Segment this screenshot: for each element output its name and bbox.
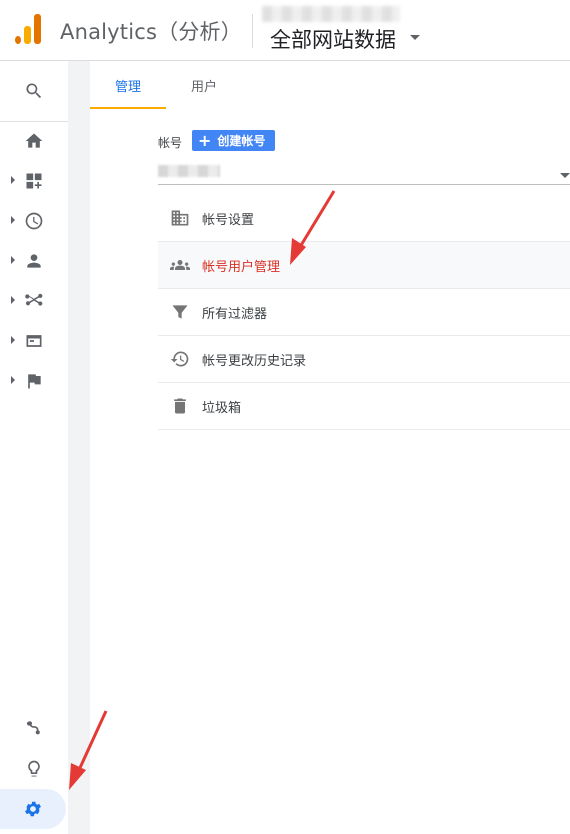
- header-divider: [252, 14, 253, 48]
- menu-item-account-settings[interactable]: 帐号设置: [158, 195, 570, 242]
- menu-item-label: 所有过滤器: [202, 306, 268, 322]
- history-icon: [158, 349, 202, 369]
- person-icon: [27, 254, 41, 268]
- realtime-nav[interactable]: [0, 201, 68, 241]
- menu-item-user-management[interactable]: 帐号用户管理: [158, 242, 570, 289]
- main-content: 管理 用户 帐号 + 创建帐号 帐号设置 帐号用户管理 所有过滤器 帐号更改历史…: [68, 61, 570, 834]
- customization-icon: [26, 173, 42, 189]
- expand-arrow-icon[interactable]: [11, 176, 15, 184]
- chevron-down-icon[interactable]: [560, 173, 570, 178]
- analytics-logo-icon[interactable]: [14, 14, 42, 44]
- property-selector[interactable]: 全部网站数据: [270, 24, 396, 54]
- create-account-label: 创建帐号: [217, 134, 266, 148]
- menu-item-label: 帐号用户管理: [202, 259, 281, 275]
- acquisition-nav[interactable]: [0, 281, 68, 321]
- behavior-icon: [26, 335, 42, 347]
- admin-gear-icon[interactable]: [0, 789, 66, 829]
- tab-admin[interactable]: 管理: [90, 61, 166, 109]
- attribution-icon[interactable]: [0, 709, 68, 749]
- menu-item-label: 帐号设置: [202, 212, 255, 228]
- menu-item-trash[interactable]: 垃圾箱: [158, 383, 570, 430]
- menu-item-label: 垃圾箱: [202, 400, 242, 416]
- clock-icon: [25, 212, 43, 230]
- left-nav: [0, 61, 68, 834]
- customization-nav[interactable]: [0, 161, 68, 201]
- expand-arrow-icon[interactable]: [11, 336, 15, 344]
- flag-icon: [28, 374, 41, 389]
- menu-item-label: 帐号更改历史记录: [202, 353, 307, 369]
- filter-icon: [158, 302, 202, 322]
- trash-icon: [158, 396, 202, 416]
- account-selector[interactable]: [158, 161, 570, 185]
- app-header: Analytics（分析） 全部网站数据: [0, 0, 570, 61]
- blurred-account-value: [158, 165, 220, 177]
- home-icon[interactable]: [0, 121, 68, 161]
- tab-users[interactable]: 用户: [166, 61, 242, 109]
- menu-item-change-history[interactable]: 帐号更改历史记录: [158, 336, 570, 383]
- expand-arrow-icon[interactable]: [11, 296, 15, 304]
- blurred-account-name: [262, 6, 400, 22]
- expand-arrow-icon[interactable]: [11, 376, 15, 384]
- behavior-nav[interactable]: [0, 321, 68, 361]
- account-column-label: 帐号: [158, 136, 183, 150]
- chevron-down-icon[interactable]: [410, 35, 420, 40]
- lightbulb-icon[interactable]: [0, 749, 68, 789]
- app-title: Analytics（分析）: [60, 20, 242, 44]
- users-icon: [158, 255, 202, 275]
- expand-arrow-icon[interactable]: [11, 256, 15, 264]
- acquisition-icon: [25, 293, 43, 306]
- expand-arrow-icon[interactable]: [11, 216, 15, 224]
- account-panel: 帐号 + 创建帐号 帐号设置 帐号用户管理 所有过滤器 帐号更改历史记录 垃圾箱: [90, 109, 570, 834]
- account-menu: 帐号设置 帐号用户管理 所有过滤器 帐号更改历史记录 垃圾箱: [158, 195, 570, 430]
- create-account-button[interactable]: + 创建帐号: [192, 130, 276, 151]
- admin-tabbar: 管理 用户: [90, 61, 570, 109]
- plus-icon: +: [198, 130, 212, 150]
- building-icon: [158, 208, 202, 228]
- menu-item-all-filters[interactable]: 所有过滤器: [158, 289, 570, 336]
- audience-nav[interactable]: [0, 241, 68, 281]
- search-icon[interactable]: [0, 71, 68, 111]
- conversions-nav[interactable]: [0, 361, 68, 401]
